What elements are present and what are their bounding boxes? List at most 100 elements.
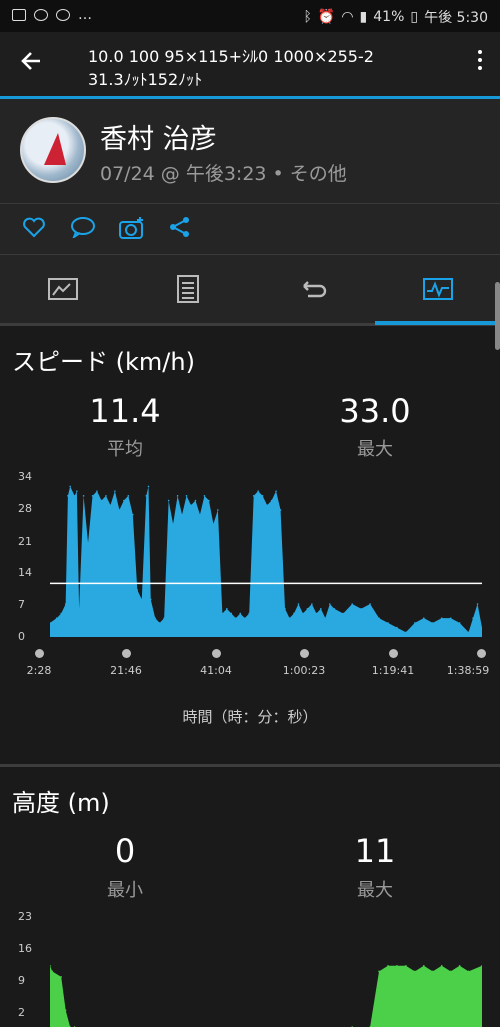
data-point (60, 976, 62, 978)
speed-x-tick: 21:46 (110, 664, 142, 677)
data-point (167, 499, 170, 502)
data-point (360, 607, 362, 610)
data-point (248, 612, 251, 615)
sync-icon (56, 9, 70, 21)
data-point (91, 495, 94, 497)
speed-y-tick: 7 (18, 598, 25, 611)
data-point (257, 490, 259, 492)
data-point (181, 513, 183, 516)
altitude-y-tick: 23 (18, 910, 32, 923)
data-point (78, 607, 80, 610)
data-point (140, 598, 143, 601)
data-point (199, 513, 201, 516)
altitude-max-label: 最大 (357, 880, 393, 901)
data-point (293, 612, 295, 615)
data-point (458, 622, 461, 624)
data-point (221, 612, 224, 615)
data-point (105, 495, 107, 497)
altitude-chart (50, 964, 482, 1027)
altitude-y-tick: 16 (18, 942, 32, 955)
data-point (132, 513, 134, 516)
tab-charts[interactable] (375, 255, 500, 323)
summary-icon (47, 278, 78, 300)
profile-header: 香村 治彦 07/24 @ 午後3:23 • その他 (0, 99, 500, 203)
data-point (458, 964, 461, 967)
data-point (431, 622, 434, 624)
data-point (230, 612, 233, 615)
data-point (476, 603, 479, 605)
area-series (50, 965, 482, 1027)
data-point (284, 607, 286, 610)
data-point (55, 617, 58, 619)
data-point (306, 607, 309, 610)
app-bar: 10.0 100 95×115+ｼﾙ0 1000×255-2 31.3ﾉｯﾄ15… (0, 32, 500, 96)
speed-x-tick: 41:04 (200, 664, 232, 677)
section-divider (0, 764, 500, 767)
data-point (414, 622, 416, 624)
details-icon (176, 275, 199, 303)
activity-title-line2: 31.3ﾉｯﾄ152ﾉｯﾄ (88, 70, 203, 89)
data-point (288, 617, 291, 619)
add-photo-icon[interactable] (118, 216, 146, 246)
share-icon[interactable] (168, 216, 192, 244)
activity-title-line1: 10.0 100 95×115+ｼﾙ0 1000×255-2 (88, 47, 374, 66)
data-point (114, 490, 116, 492)
user-name: 香村 治彦 (100, 124, 217, 155)
data-point (154, 617, 157, 619)
signal-icon: ▮ (359, 9, 368, 25)
data-point (212, 523, 215, 525)
scrollbar[interactable] (495, 282, 500, 350)
data-point (387, 622, 389, 624)
data-point (333, 607, 336, 610)
speed-x-axis-title: 時間（時：分：秒） (182, 708, 318, 726)
back-arrow-icon[interactable] (20, 50, 42, 77)
activity-meta: 07/24 @ 午後3:23 • その他 (100, 163, 347, 185)
data-point (449, 617, 452, 619)
like-icon[interactable] (22, 216, 46, 244)
tab-summary[interactable] (0, 255, 125, 323)
alarm-icon: ⏰ (317, 9, 336, 25)
speed-y-tick: 0 (18, 630, 25, 643)
altitude-max-value: 11 (354, 832, 396, 870)
comment-icon[interactable] (70, 216, 96, 244)
data-point (67, 495, 69, 497)
data-point (351, 603, 353, 605)
data-point (369, 603, 371, 605)
data-point (396, 626, 398, 629)
x-tick-dot (35, 649, 44, 658)
data-point (127, 495, 130, 497)
chart-icon (422, 278, 453, 300)
data-point (208, 499, 210, 502)
altitude-title: 高度 (m) (12, 789, 110, 817)
data-point (87, 542, 89, 544)
data-point (172, 523, 174, 525)
speed-x-tick: 1:19:41 (371, 664, 415, 677)
speed-avg-value: 11.4 (89, 392, 161, 430)
overflow-menu-icon[interactable] (478, 50, 484, 74)
data-point (176, 495, 179, 497)
data-point (440, 617, 443, 619)
data-point (203, 495, 206, 497)
data-point (324, 617, 327, 619)
speed-chart (50, 485, 482, 637)
data-point (243, 617, 246, 619)
data-point (275, 490, 277, 492)
avatar[interactable] (20, 117, 86, 183)
data-point (82, 495, 85, 497)
data-point (449, 970, 452, 973)
data-point (100, 499, 103, 502)
battery-icon: ▯ (410, 9, 419, 25)
data-point (64, 603, 67, 605)
facebook-icon (34, 9, 48, 21)
altitude-y-tick: 2 (18, 1006, 25, 1019)
tab-laps[interactable] (250, 255, 375, 323)
speed-max-value: 33.0 (339, 392, 411, 430)
tab-bar (0, 255, 500, 323)
data-point (149, 598, 152, 601)
x-tick-dot (122, 649, 131, 658)
data-point (64, 1009, 67, 1012)
data-point (396, 964, 398, 967)
x-tick-dot (389, 649, 398, 658)
speed-y-tick: 21 (18, 535, 32, 548)
tab-details[interactable] (125, 255, 250, 323)
